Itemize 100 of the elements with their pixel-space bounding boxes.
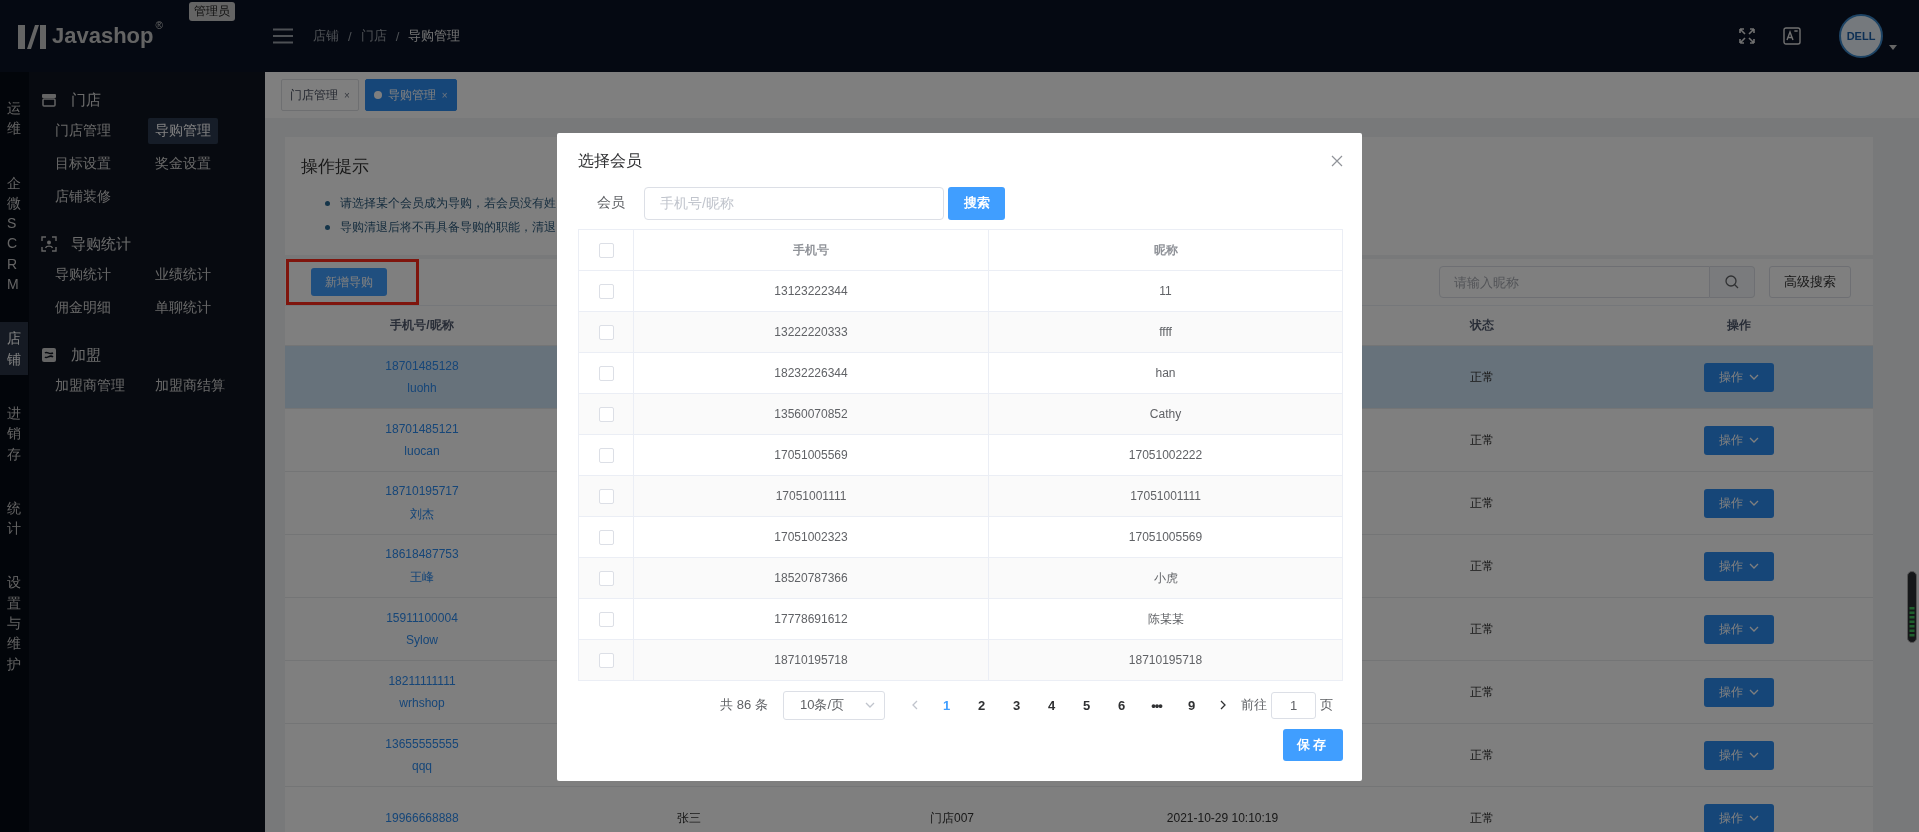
tab[interactable]: 门店管理 × bbox=[281, 79, 359, 111]
table-cell: 18710195718 bbox=[1128, 653, 1203, 667]
fullscreen-icon[interactable] bbox=[1739, 28, 1755, 44]
table-cell: 17051002222 bbox=[1128, 448, 1203, 462]
rail-menu-item[interactable]: 进销存 bbox=[0, 396, 28, 470]
sidebar-item[interactable]: 门店管理 bbox=[48, 118, 118, 144]
breadcrumb-item[interactable]: 门店 bbox=[360, 27, 387, 45]
page-input[interactable]: 1 bbox=[1271, 691, 1316, 719]
tip-text: 导购清退后将不再具备导购的职能，清退 bbox=[340, 218, 556, 236]
page-size-select[interactable]: 10条/页 bbox=[782, 690, 885, 720]
phone-link[interactable]: 13655555555 bbox=[385, 737, 459, 751]
name-link[interactable]: qqq bbox=[412, 759, 432, 773]
checkbox[interactable] bbox=[598, 283, 614, 299]
checkbox[interactable] bbox=[598, 365, 614, 381]
action-dropdown-button[interactable]: 操作 bbox=[1703, 425, 1774, 455]
checkbox[interactable] bbox=[598, 447, 614, 463]
page-number[interactable]: 5 bbox=[1069, 697, 1104, 713]
name-link[interactable]: Sylow bbox=[406, 633, 438, 647]
sidebar-item[interactable]: 导购统计 bbox=[48, 262, 118, 288]
sidebar-item[interactable]: 单聊统计 bbox=[148, 295, 218, 321]
rail-menu-item[interactable]: 运维 bbox=[0, 92, 28, 145]
action-dropdown-button[interactable]: 操作 bbox=[1703, 362, 1774, 392]
name-link[interactable]: luocan bbox=[404, 444, 440, 458]
sidebar-item[interactable]: 业绩统计 bbox=[148, 262, 218, 288]
checkbox[interactable] bbox=[598, 406, 614, 422]
phone-link[interactable]: 15911100004 bbox=[386, 611, 458, 625]
name-link[interactable]: luohh bbox=[407, 381, 437, 395]
action-dropdown-button[interactable]: 操作 bbox=[1703, 614, 1774, 644]
phone-link[interactable]: 18618487753 bbox=[385, 546, 459, 561]
close-icon[interactable] bbox=[1331, 155, 1343, 167]
checkbox[interactable] bbox=[598, 488, 614, 504]
add-button[interactable]: 新增导购 bbox=[311, 268, 387, 296]
rail-menu-item[interactable]: 店铺 bbox=[0, 322, 28, 375]
more-pages[interactable]: ••• bbox=[1139, 697, 1174, 713]
checkbox[interactable] bbox=[598, 570, 614, 586]
breadcrumb-separator: / bbox=[348, 28, 352, 44]
status-text: 正常 bbox=[1470, 620, 1494, 638]
column-header: 手机号/昵称 bbox=[390, 317, 454, 334]
sidebar-item[interactable]: 奖金设置 bbox=[148, 151, 218, 177]
search-button[interactable]: 搜索 bbox=[948, 186, 1005, 220]
phone-link[interactable]: 19966668888 bbox=[385, 811, 459, 825]
tab[interactable]: 导购管理 × bbox=[364, 79, 457, 111]
page-number[interactable]: 2 bbox=[964, 697, 999, 713]
table-cell: 陈某某 bbox=[1147, 610, 1184, 628]
page-number[interactable]: 6 bbox=[1104, 697, 1139, 713]
table-cell: 18710195718 bbox=[774, 653, 848, 667]
sidebar-item[interactable]: 目标设置 bbox=[48, 151, 118, 177]
checkbox[interactable] bbox=[598, 529, 614, 545]
table-cell: ffff bbox=[1159, 325, 1172, 339]
name-link[interactable]: 王峰 bbox=[410, 568, 434, 586]
rail-menu-item[interactable]: 统计 bbox=[0, 491, 28, 545]
status-text: 正常 bbox=[1470, 368, 1494, 386]
phone-link[interactable]: 18211111111 bbox=[388, 674, 456, 688]
sidebar-item[interactable]: 加盟商管理 bbox=[48, 373, 132, 399]
sidebar-item[interactable]: 店铺装修 bbox=[48, 184, 118, 210]
column-header: 手机号 bbox=[793, 241, 829, 259]
page-number[interactable]: 9 bbox=[1174, 697, 1209, 713]
rail-menu-item[interactable]: 企微SCRM bbox=[0, 166, 28, 301]
breadcrumb-item[interactable]: 店铺 bbox=[313, 27, 339, 45]
page-number[interactable]: 1 bbox=[929, 697, 964, 713]
checkbox[interactable] bbox=[598, 652, 614, 668]
phone-link[interactable]: 18710195717 bbox=[385, 483, 459, 498]
section-title: 导购统计 bbox=[71, 234, 131, 254]
save-button[interactable]: 保存 bbox=[1283, 729, 1343, 761]
menu-icon[interactable] bbox=[273, 28, 293, 44]
table-cell: 17051005569 bbox=[1128, 530, 1203, 544]
phone-link[interactable]: 18701485121 bbox=[385, 422, 459, 436]
sidebar-item[interactable]: 加盟商结算 bbox=[148, 373, 232, 399]
checkbox[interactable] bbox=[598, 324, 614, 340]
search-button[interactable] bbox=[1710, 266, 1755, 298]
action-dropdown-button[interactable]: 操作 bbox=[1703, 488, 1774, 518]
close-icon[interactable]: × bbox=[344, 89, 350, 101]
table-cell: 13123222344 bbox=[774, 284, 848, 298]
sidebar-item[interactable]: 佣金明细 bbox=[48, 295, 118, 321]
translate-icon[interactable] bbox=[1783, 27, 1801, 45]
phone-link[interactable]: 18701485128 bbox=[385, 359, 459, 373]
rail-menu-item[interactable]: 设置与维护 bbox=[0, 566, 28, 680]
caret-icon[interactable] bbox=[1889, 44, 1897, 50]
name-link[interactable]: wrhshop bbox=[399, 696, 445, 710]
advanced-search-button[interactable]: 高级搜索 bbox=[1769, 266, 1851, 298]
member-search-field[interactable]: 手机号/昵称 bbox=[644, 186, 944, 220]
checkbox[interactable] bbox=[598, 611, 614, 627]
breadcrumb-separator: / bbox=[395, 28, 400, 44]
table-cell: 11 bbox=[1159, 284, 1172, 298]
avatar[interactable]: DELL bbox=[1839, 14, 1883, 58]
page-number[interactable]: 4 bbox=[1034, 697, 1069, 713]
action-dropdown-button[interactable]: 操作 bbox=[1703, 677, 1774, 707]
status-text: 正常 bbox=[1470, 557, 1494, 575]
page-number[interactable]: 3 bbox=[999, 697, 1034, 713]
table-cell: 小虎 bbox=[1153, 569, 1178, 587]
table-cell: 18520787366 bbox=[774, 571, 848, 585]
action-dropdown-button[interactable]: 操作 bbox=[1703, 740, 1774, 770]
status-text: 正常 bbox=[1470, 494, 1494, 512]
name-link[interactable]: 刘杰 bbox=[410, 505, 434, 523]
checkbox[interactable] bbox=[598, 242, 614, 258]
action-dropdown-button[interactable]: 操作 bbox=[1703, 551, 1774, 581]
table-cell: 2021-10-29 10:10:19 bbox=[1166, 811, 1279, 825]
close-icon[interactable]: × bbox=[441, 89, 448, 101]
sidebar-item[interactable]: 导购管理 bbox=[148, 118, 218, 144]
action-dropdown-button[interactable]: 操作 bbox=[1703, 803, 1774, 832]
